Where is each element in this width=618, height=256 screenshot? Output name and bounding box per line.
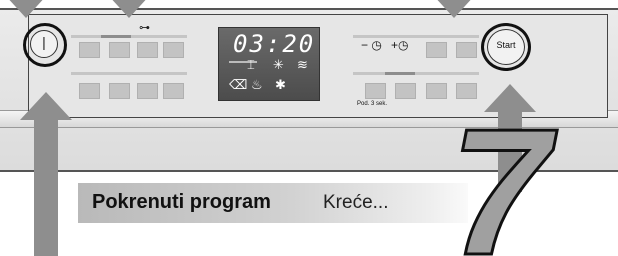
program-button-8[interactable]: [163, 83, 184, 99]
caption-banner: Pokrenuti program Kreće...: [78, 183, 468, 223]
timer-button-1[interactable]: [426, 42, 447, 58]
hold-hint: Pod. 3 sek.: [357, 101, 388, 107]
instruction-figure: | ⊶ − ◷ +◷ Pod. 3 sek. Start 03:20 ⌶ ✳ ≋…: [0, 0, 618, 256]
arrow-down-icon: [432, 0, 476, 18]
program-button-4[interactable]: [163, 42, 184, 58]
program-button-3[interactable]: [137, 42, 158, 58]
arrow-down-icon: [107, 0, 151, 18]
program-button-7[interactable]: [137, 83, 158, 99]
steam-icon: ≋: [297, 58, 308, 73]
timer-bar-bottom: [353, 72, 479, 75]
key-icon: ⊶: [139, 22, 150, 34]
caption-text: Kreće...: [323, 192, 389, 213]
timer-button-2[interactable]: [456, 42, 477, 58]
program-button-1[interactable]: [79, 42, 100, 58]
arrow-shaft: [34, 120, 58, 256]
clock-icon: ◷: [398, 38, 409, 52]
option-button-3[interactable]: [426, 83, 447, 99]
caption-title: Pokrenuti program: [92, 191, 271, 213]
snow-icon: ✱: [275, 78, 286, 93]
heat-icon: ♨: [251, 78, 263, 93]
program-button-6[interactable]: [109, 83, 130, 99]
defrost-icon: ⌫: [229, 78, 248, 93]
clock-icon: ◷: [371, 38, 382, 52]
time-readout: 03:20: [233, 30, 316, 58]
power-symbol: |: [42, 34, 46, 50]
fan-icon: ✳: [273, 58, 284, 73]
power-button[interactable]: |: [30, 30, 58, 58]
start-button[interactable]: Start: [487, 29, 525, 65]
arrow-up-icon: [20, 92, 72, 120]
grill-icon: ⌶: [247, 58, 255, 73]
time-display: 03:20 ⌶ ✳ ≋ ⌫ ♨ ✱: [218, 27, 320, 101]
program-button-2[interactable]: [109, 42, 130, 58]
arrow-down-icon: [4, 0, 48, 18]
option-button-1[interactable]: [365, 83, 386, 99]
start-label: Start: [496, 40, 516, 50]
step-number: 7: [448, 92, 551, 256]
timer-plus-label: +◷: [391, 38, 409, 52]
program-bar-bottom: [71, 72, 187, 75]
program-button-5[interactable]: [79, 83, 100, 99]
timer-minus-label: − ◷: [361, 38, 382, 52]
program-bar-top: [71, 35, 187, 38]
option-button-2[interactable]: [395, 83, 416, 99]
